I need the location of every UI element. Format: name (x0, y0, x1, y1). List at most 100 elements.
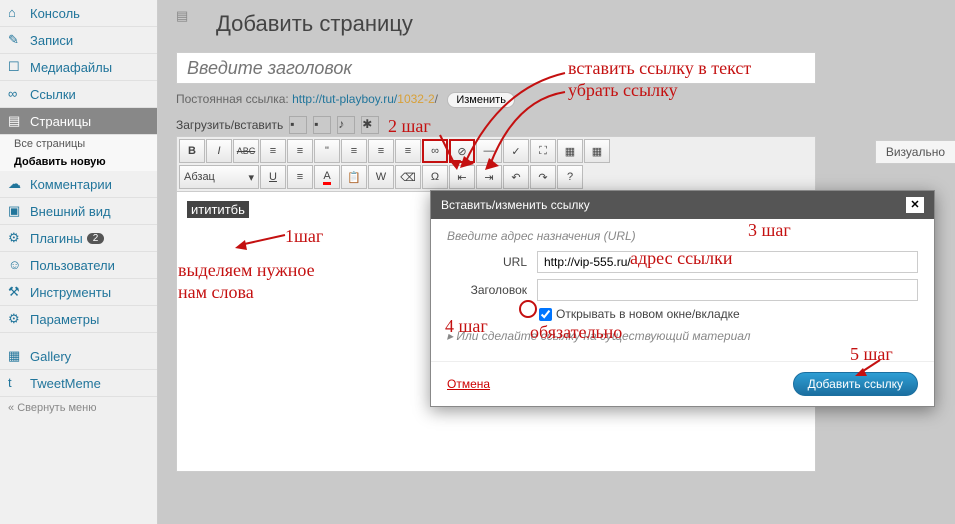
textcolor-button[interactable]: A (314, 165, 340, 189)
more-button[interactable]: — (476, 139, 502, 163)
sidebar-label: Плагины (30, 231, 83, 246)
modal-titlebar: Вставить/изменить ссылку ✕ (431, 191, 934, 219)
sidebar-item-appearance[interactable]: ▣Внешний вид (0, 198, 157, 225)
modal-close-button[interactable]: ✕ (906, 197, 924, 213)
url-input[interactable] (537, 251, 918, 273)
bold-button[interactable]: B (179, 139, 205, 163)
link-modal: Вставить/изменить ссылку ✕ Введите адрес… (430, 190, 935, 407)
plugin-icon: ⚙ (8, 230, 24, 246)
sidebar-label: Параметры (30, 312, 99, 327)
sidebar-sub-add-new[interactable]: Добавить новую (0, 153, 157, 171)
sidebar-label: Внешний вид (30, 204, 111, 219)
page-header: ▤ Добавить страницу (158, 0, 955, 48)
sidebar-item-gallery[interactable]: ▦Gallery (0, 343, 157, 370)
sidebar-label: Медиафайлы (30, 60, 112, 75)
extra-button[interactable]: ▦ (584, 139, 610, 163)
permalink-row: Постоянная ссылка: http://tut-playboy.ru… (176, 92, 937, 108)
paste-text-button[interactable]: 📋 (341, 165, 367, 189)
linktitle-input[interactable] (537, 279, 918, 301)
remove-link-button[interactable]: ⊘ (449, 139, 475, 163)
sidebar-item-posts[interactable]: ✎Записи (0, 27, 157, 54)
italic-button[interactable]: I (206, 139, 232, 163)
sidebar-sub-all-pages[interactable]: Все страницы (0, 135, 157, 153)
sidebar-item-comments[interactable]: ☁ Комментарии (0, 171, 157, 198)
charmap-button[interactable]: Ω (422, 165, 448, 189)
sidebar-item-settings[interactable]: ⚙ Параметры (0, 306, 157, 333)
page-header-icon: ▤ (176, 8, 208, 40)
sidebar-label: Страницы (30, 114, 91, 129)
collapse-menu[interactable]: « Свернуть меню (0, 397, 157, 419)
insert-link-button[interactable]: ∞ (422, 139, 448, 163)
link-icon: ∞ (8, 86, 24, 102)
selected-text: итититбь (187, 201, 249, 218)
users-icon: ☺ (8, 257, 24, 273)
format-select[interactable]: Абзац▾ (179, 165, 259, 189)
newtab-checkbox[interactable] (539, 308, 552, 321)
existing-link-toggle[interactable]: ▸ Или сделайте ссылку на существующий ма… (447, 329, 918, 343)
indent-button[interactable]: ⇥ (476, 165, 502, 189)
sidebar-item-tweetmeme[interactable]: tTweetMeme (0, 370, 157, 397)
upload-label: Загрузить/вставить (176, 118, 283, 132)
linktitle-label: Заголовок (447, 283, 527, 297)
chevron-down-icon: ▾ (248, 171, 254, 184)
cancel-button[interactable]: Отмена (447, 377, 490, 391)
permalink-edit-button[interactable]: Изменить (447, 92, 515, 108)
post-title-input[interactable] (176, 52, 816, 84)
ol-button[interactable]: ≡ (287, 139, 313, 163)
sidebar-label: Комментарии (30, 177, 112, 192)
underline-button[interactable]: U (260, 165, 286, 189)
justify-button[interactable]: ≡ (287, 165, 313, 189)
upload-media-icon[interactable]: ✱ (361, 116, 379, 134)
upload-image-icon[interactable]: ▪ (289, 116, 307, 134)
sidebar-item-console[interactable]: ⌂Консоль (0, 0, 157, 27)
clear-button[interactable]: ⌫ (395, 165, 421, 189)
sidebar-item-plugins[interactable]: ⚙ Плагины 2 (0, 225, 157, 252)
permalink-slug[interactable]: 1032-2 (397, 92, 434, 106)
help-button[interactable]: ? (557, 165, 583, 189)
upload-audio-icon[interactable]: ♪ (337, 116, 355, 134)
align-left-button[interactable]: ≡ (341, 139, 367, 163)
tools-icon: ⚒ (8, 284, 24, 300)
sidebar-item-tools[interactable]: ⚒ Инструменты (0, 279, 157, 306)
fullscreen-button[interactable]: ⛶ (530, 139, 556, 163)
gallery-icon: ▦ (8, 348, 24, 364)
sidebar-label: Инструменты (30, 285, 111, 300)
outdent-button[interactable]: ⇤ (449, 165, 475, 189)
strike-button[interactable]: ABC (233, 139, 259, 163)
comment-icon: ☁ (8, 176, 24, 192)
existing-label: Или сделайте ссылку на существующий мате… (456, 329, 750, 343)
spellcheck-button[interactable]: ✓ (503, 139, 529, 163)
sidebar-label: Ссылки (30, 87, 76, 102)
sidebar-item-links[interactable]: ∞ Ссылки (0, 81, 157, 108)
redo-button[interactable]: ↷ (530, 165, 556, 189)
permalink-url[interactable]: http://tut-playboy.ru/ (292, 92, 397, 106)
sidebar-item-pages[interactable]: ▤Страницы (0, 108, 157, 135)
url-row: URL (447, 251, 918, 273)
settings-icon: ⚙ (8, 311, 24, 327)
collapse-label: Свернуть меню (17, 402, 96, 414)
upload-video-icon[interactable]: ▪ (313, 116, 331, 134)
undo-button[interactable]: ↶ (503, 165, 529, 189)
newtab-row: Открывать в новом окне/вкладке (539, 307, 918, 321)
modal-footer: Отмена Добавить ссылку (431, 361, 934, 406)
paste-word-button[interactable]: W (368, 165, 394, 189)
pin-icon: ✎ (8, 32, 24, 48)
kitchen-sink-button[interactable]: ▦ (557, 139, 583, 163)
quote-button[interactable]: " (314, 139, 340, 163)
url-label: URL (447, 255, 527, 269)
sidebar-item-media[interactable]: ☐ Медиафайлы (0, 54, 157, 81)
align-center-button[interactable]: ≡ (368, 139, 394, 163)
title-row: Заголовок (447, 279, 918, 301)
media-icon: ☐ (8, 59, 24, 75)
plugin-badge: 2 (87, 233, 105, 244)
ul-button[interactable]: ≡ (260, 139, 286, 163)
tab-visual[interactable]: Визуально (875, 140, 955, 164)
align-right-button[interactable]: ≡ (395, 139, 421, 163)
newtab-label: Открывать в новом окне/вкладке (556, 307, 740, 321)
upload-insert-row: Загрузить/вставить ▪ ▪ ♪ ✱ (176, 116, 937, 134)
dashboard-icon: ⌂ (8, 5, 24, 21)
tweet-icon: t (8, 375, 24, 391)
sidebar-item-users[interactable]: ☺Пользователи (0, 252, 157, 279)
page-title: Добавить страницу (216, 11, 413, 37)
add-link-button[interactable]: Добавить ссылку (793, 372, 918, 396)
